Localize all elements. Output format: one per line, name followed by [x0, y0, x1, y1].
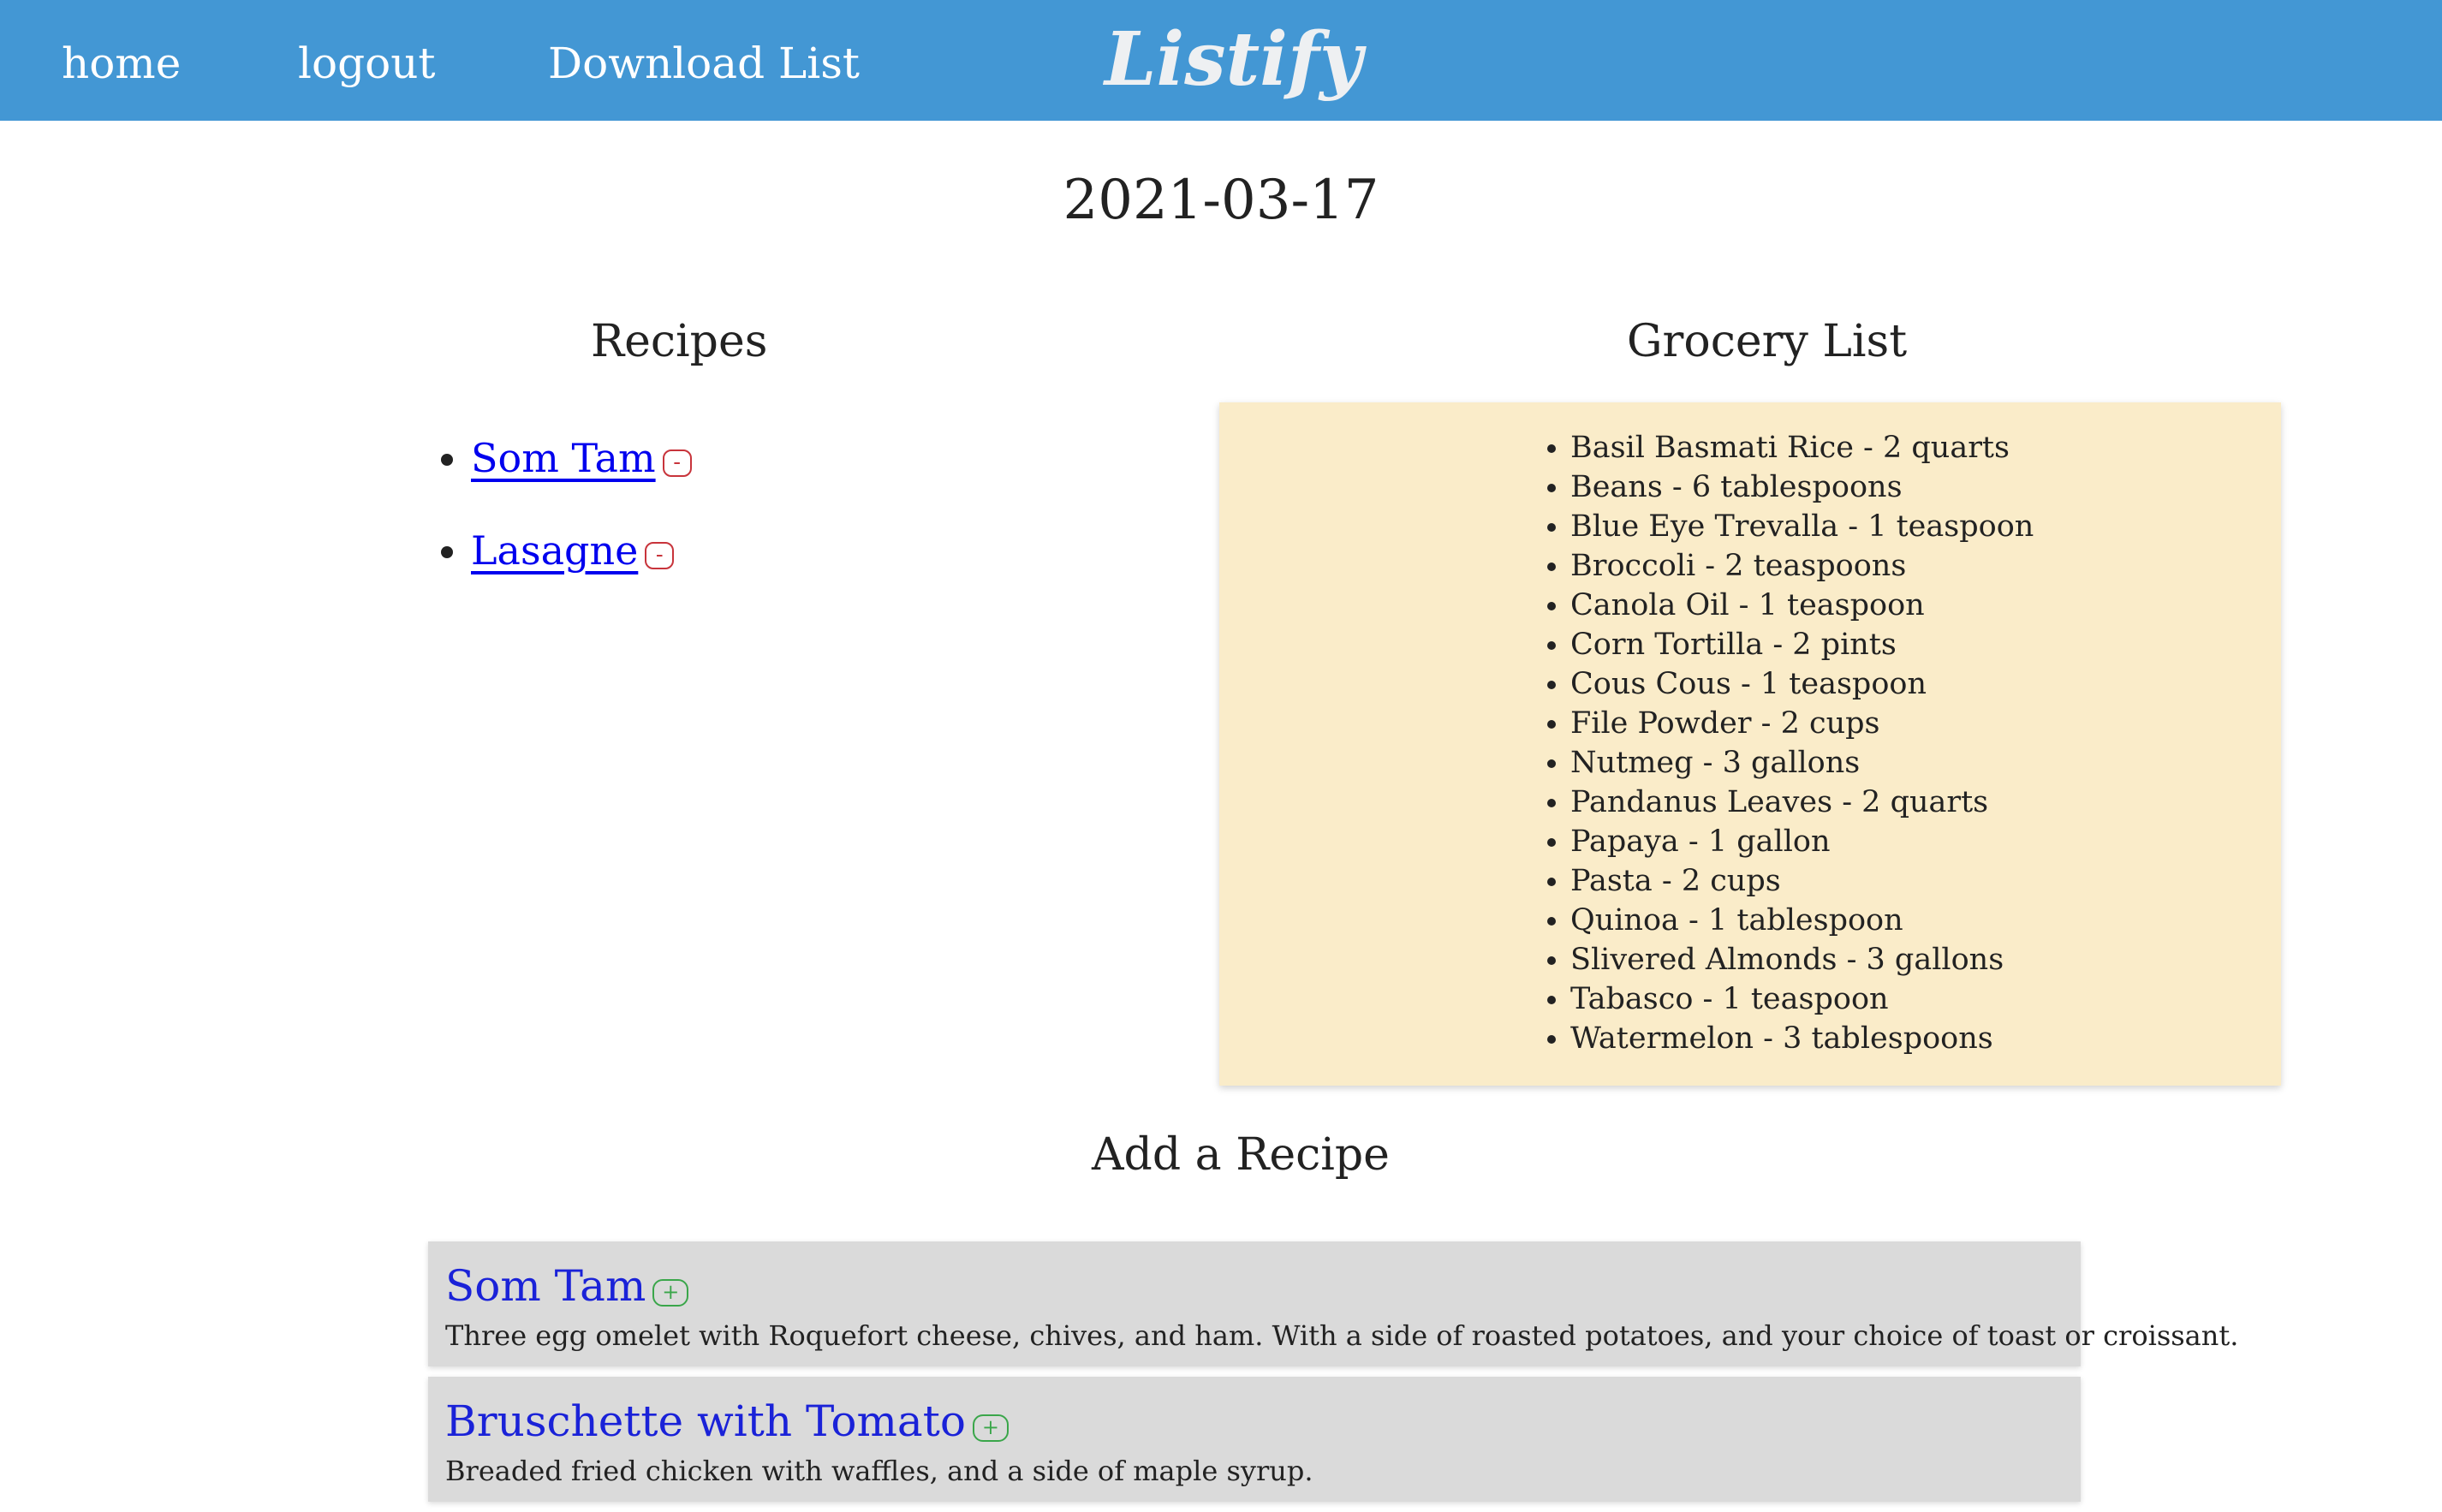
grocery-item: Pandanus Leaves - 2 quarts — [1570, 783, 2034, 822]
grocery-item: File Powder - 2 cups — [1570, 704, 2034, 743]
recipe-description: Three egg omelet with Roquefort cheese, … — [445, 1319, 2239, 1352]
grocery-item: Beans - 6 tablespoons — [1570, 467, 2034, 507]
navbar: home logout Download List Listify — [0, 0, 2442, 121]
add-recipe-heading: Add a Recipe — [1092, 1129, 1390, 1181]
grocery-list-panel: Basil Basmati Rice - 2 quarts Beans - 6 … — [1219, 402, 2281, 1086]
grocery-item: Corn Tortilla - 2 pints — [1570, 625, 2034, 664]
plus-icon[interactable]: + — [652, 1279, 689, 1307]
nav-home-link[interactable]: home — [62, 33, 181, 94]
brand-logo: Listify — [1105, 16, 1362, 103]
minus-icon[interactable]: - — [662, 449, 692, 477]
grocery-item: Broccoli - 2 teaspoons — [1570, 546, 2034, 586]
recipes-heading: Recipes — [591, 316, 768, 367]
grocery-list-heading: Grocery List — [1627, 316, 1908, 367]
page-date-title: 2021-03-17 — [1063, 169, 1379, 232]
nav-logout-link[interactable]: logout — [298, 33, 436, 94]
add-recipe-card-title-row: Bruschette with Tomato + — [445, 1394, 1009, 1449]
recipe-list-item: Som Tam- — [471, 428, 692, 488]
recipe-title-bruschette-with-tomato[interactable]: Bruschette with Tomato — [445, 1396, 966, 1446]
grocery-item: Quinoa - 1 tablespoon — [1570, 901, 2034, 940]
grocery-item: Slivered Almonds - 3 gallons — [1570, 940, 2034, 979]
grocery-item: Blue Eye Trevalla - 1 teaspoon — [1570, 507, 2034, 546]
grocery-item: Cous Cous - 1 teaspoon — [1570, 664, 2034, 704]
recipe-link-lasagne[interactable]: Lasagne — [471, 527, 638, 574]
add-recipe-card: Som Tam + Three egg omelet with Roquefort… — [428, 1241, 2238, 1366]
recipes-list: Som Tam- Lasagne- — [471, 428, 692, 613]
recipe-list-item: Lasagne- — [471, 521, 692, 580]
add-recipe-card: Bruschette with Tomato + Breaded fried ch… — [428, 1377, 2081, 1502]
grocery-item: Canola Oil - 1 teaspoon — [1570, 586, 2034, 625]
nav-download-list-link[interactable]: Download List — [548, 33, 860, 94]
recipe-description: Breaded fried chicken with waffles, and … — [445, 1455, 1313, 1487]
grocery-item: Papaya - 1 gallon — [1570, 822, 2034, 861]
minus-icon[interactable]: - — [645, 542, 675, 569]
recipe-title-som-tam[interactable]: Som Tam — [445, 1261, 646, 1311]
grocery-item: Tabasco - 1 teaspoon — [1570, 979, 2034, 1019]
add-recipe-card-title-row: Som Tam + — [445, 1259, 689, 1313]
grocery-item: Pasta - 2 cups — [1570, 861, 2034, 901]
grocery-item: Basil Basmati Rice - 2 quarts — [1570, 428, 2034, 467]
grocery-item: Nutmeg - 3 gallons — [1570, 743, 2034, 783]
recipe-link-som-tam[interactable]: Som Tam — [471, 435, 656, 481]
grocery-list: Basil Basmati Rice - 2 quarts Beans - 6 … — [1570, 428, 2034, 1058]
plus-icon[interactable]: + — [972, 1414, 1009, 1442]
grocery-item: Watermelon - 3 tablespoons — [1570, 1019, 2034, 1058]
